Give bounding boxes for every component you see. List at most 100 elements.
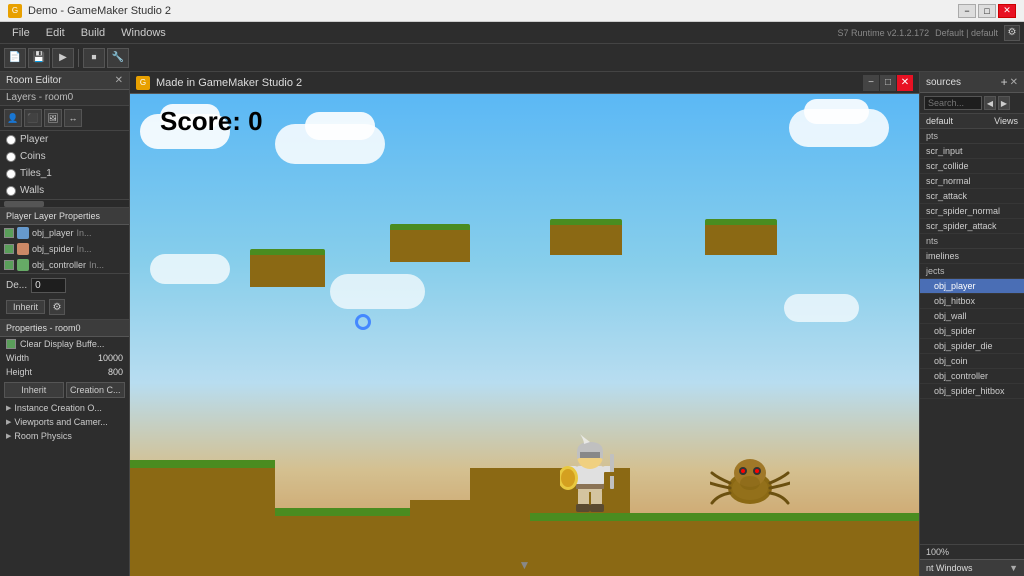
viewports-cameras-row[interactable]: ▶ Viewports and Camer... — [0, 415, 129, 429]
resources-list: pts scr_input scr_collide scr_normal scr… — [920, 129, 1024, 544]
obj-spider-die-item[interactable]: obj_spider_die — [920, 339, 1024, 354]
menu-edit[interactable]: Edit — [38, 25, 73, 41]
nt-windows-label: nt Windows — [926, 563, 973, 573]
layer-player[interactable]: Player — [0, 131, 129, 148]
clear-display-row: Clear Display Buffe... — [0, 337, 129, 351]
obj-controller-item[interactable]: obj_controller — [920, 369, 1024, 384]
creation-btn[interactable]: Creation C... — [66, 382, 126, 398]
gear-button[interactable]: ⚙ — [49, 299, 65, 315]
nt-windows-arrow[interactable]: ▼ — [1009, 563, 1018, 573]
game-canvas: Score: 0 — [130, 94, 919, 576]
height-row: Height 800 — [0, 365, 129, 379]
layer-walls[interactable]: Walls — [0, 182, 129, 199]
layer-add-instance[interactable]: 👤 — [4, 109, 22, 127]
right-panel: sources + ✕ ◀ ▶ default Views pts scr_i — [919, 72, 1024, 576]
toolbar-btn-1[interactable]: 📄 — [4, 48, 26, 68]
instance-obj-controller[interactable]: obj_controller In... — [0, 257, 129, 273]
menu-windows[interactable]: Windows — [113, 25, 174, 41]
preview-maximize-btn[interactable]: □ — [880, 75, 896, 91]
toolbar: 📄 💾 ▶ ⏹ 🔧 — [0, 44, 1024, 72]
menu-bar: File Edit Build Windows S7 Runtime v2.1.… — [0, 22, 1024, 44]
main-area: Room Editor ✕ Layers - room0 👤 ⬛ 🖼 ↔ Pla… — [0, 72, 1024, 576]
platform-float-2 — [390, 224, 470, 262]
instance-obj-spider[interactable]: obj_spider In... — [0, 241, 129, 257]
default-label: default — [926, 116, 953, 126]
app-frame: G Demo - GameMaker Studio 2 − □ ✕ File E… — [0, 0, 1024, 576]
toolbar-btn-3[interactable]: ▶ — [52, 48, 74, 68]
search-next-btn[interactable]: ▶ — [998, 96, 1010, 110]
search-input[interactable] — [924, 96, 982, 110]
resource-scr-spider-normal[interactable]: scr_spider_normal — [920, 204, 1024, 219]
player-indicator — [355, 314, 371, 330]
properties-title: Properties - room0 — [0, 320, 129, 337]
resource-jects[interactable]: jects — [920, 264, 1024, 279]
preview-minimize-btn[interactable]: − — [863, 75, 879, 91]
instances-list: obj_player In... obj_spider In... obj_co… — [0, 225, 129, 274]
layer-tiles[interactable]: Tiles_1 — [0, 165, 129, 182]
inherit-button[interactable]: Inherit — [6, 300, 45, 314]
layers-label: Layers - room0 — [0, 90, 129, 106]
clear-display-label: Clear Display Buffe... — [20, 339, 104, 349]
settings-button[interactable]: ⚙ — [1004, 25, 1020, 41]
config-info: Default | default — [935, 28, 998, 38]
resource-scr-collide[interactable]: scr_collide — [920, 159, 1024, 174]
viewports-triangle: ▶ — [6, 418, 11, 426]
obj-coin-item[interactable]: obj_coin — [920, 354, 1024, 369]
cloud-4 — [150, 254, 230, 284]
score-value: 0 — [248, 106, 262, 136]
resources-add[interactable]: + — [1001, 75, 1008, 89]
room-physics-label: Room Physics — [14, 431, 72, 441]
menu-build[interactable]: Build — [73, 25, 113, 41]
layer-resize[interactable]: ↔ — [64, 109, 82, 127]
preview-icon: G — [136, 76, 150, 90]
layer-add-bg[interactable]: 🖼 — [44, 109, 62, 127]
preview-close-btn[interactable]: ✕ — [897, 75, 913, 91]
preview-area: G Made in GameMaker Studio 2 − □ ✕ — [130, 72, 919, 576]
resource-nts[interactable]: nts — [920, 234, 1024, 249]
depth-label: De... — [6, 280, 27, 291]
resource-scr-spider-attack[interactable]: scr_spider_attack — [920, 219, 1024, 234]
resources-footer: 100% nt Windows ▼ — [920, 544, 1024, 576]
obj-wall-item[interactable]: obj_wall — [920, 309, 1024, 324]
layer-add-tile[interactable]: ⬛ — [24, 109, 42, 127]
obj-spider-hitbox-item[interactable]: obj_spider_hitbox — [920, 384, 1024, 399]
close-button[interactable]: ✕ — [998, 4, 1016, 18]
minimize-button[interactable]: − — [958, 4, 976, 18]
toolbar-btn-2[interactable]: 💾 — [28, 48, 50, 68]
resource-imelines[interactable]: imelines — [920, 249, 1024, 264]
app-title: Demo - GameMaker Studio 2 — [28, 5, 171, 17]
layer-coins[interactable]: Coins — [0, 148, 129, 165]
resources-close[interactable]: ✕ — [1010, 77, 1018, 88]
app-icon: G — [8, 4, 22, 18]
depth-input[interactable] — [31, 278, 66, 293]
toolbar-btn-4[interactable]: ⏹ — [83, 48, 105, 68]
maximize-button[interactable]: □ — [978, 4, 996, 18]
layers-scrollbar[interactable] — [0, 200, 129, 208]
player-character — [560, 434, 620, 514]
height-label: Height — [6, 367, 32, 377]
toolbar-btn-5[interactable]: 🔧 — [107, 48, 129, 68]
properties-section: Properties - room0 Clear Display Buffe..… — [0, 319, 129, 443]
room-editor-close[interactable]: ✕ — [115, 75, 123, 86]
platform-float-3 — [550, 219, 622, 255]
instance-obj-player[interactable]: obj_player In... — [0, 225, 129, 241]
obj-spider-item[interactable]: obj_spider — [920, 324, 1024, 339]
left-panel: Room Editor ✕ Layers - room0 👤 ⬛ 🖼 ↔ Pla… — [0, 72, 130, 576]
instance-creation-row[interactable]: ▶ Instance Creation O... — [0, 401, 129, 415]
inherit-bottom-btn[interactable]: Inherit — [4, 382, 64, 398]
obj-player-item[interactable]: obj_player — [920, 279, 1024, 294]
ground-main — [530, 513, 919, 576]
resource-scr-attack[interactable]: scr_attack — [920, 189, 1024, 204]
room-physics-row[interactable]: ▶ Room Physics — [0, 429, 129, 443]
resource-pts[interactable]: pts — [920, 129, 1024, 144]
resource-scr-normal[interactable]: scr_normal — [920, 174, 1024, 189]
instance-creation-triangle: ▶ — [6, 404, 11, 412]
obj-hitbox-item[interactable]: obj_hitbox — [920, 294, 1024, 309]
nt-windows-row: nt Windows ▼ — [920, 559, 1024, 576]
menu-file[interactable]: File — [4, 25, 38, 41]
resource-scr-input[interactable]: scr_input — [920, 144, 1024, 159]
spider-enemy — [710, 453, 790, 513]
search-prev-btn[interactable]: ◀ — [984, 96, 996, 110]
cloud-6 — [784, 294, 859, 322]
cloud-2b — [305, 112, 375, 140]
